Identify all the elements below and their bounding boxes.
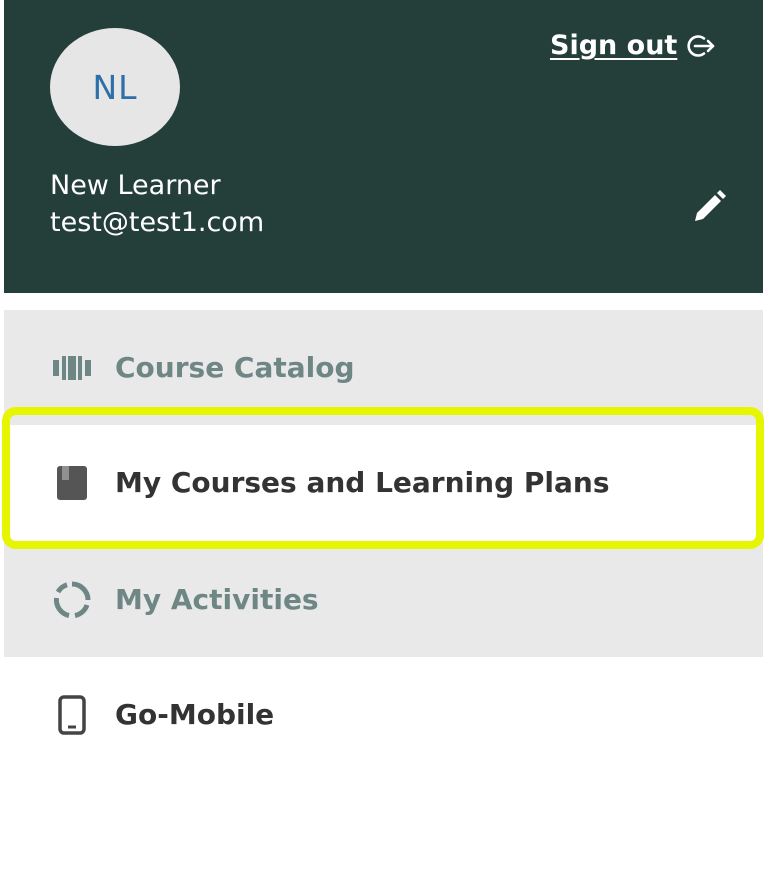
menu-item-course-catalog[interactable]: Course Catalog <box>4 310 763 425</box>
avatar-initials: NL <box>92 67 138 107</box>
edit-profile-button[interactable] <box>690 188 728 226</box>
user-name: New Learner <box>50 170 221 201</box>
menu-item-my-activities[interactable]: My Activities <box>4 542 763 657</box>
activity-ring-icon <box>52 580 92 620</box>
menu-item-label: My Activities <box>115 583 319 616</box>
sign-out-link[interactable]: Sign out <box>550 30 717 61</box>
menu-item-my-courses[interactable]: My Courses and Learning Plans <box>4 425 763 540</box>
avatar: NL <box>50 28 180 146</box>
mobile-phone-icon <box>52 694 92 735</box>
sign-out-label: Sign out <box>550 30 678 61</box>
menu-item-label: Go-Mobile <box>115 698 275 731</box>
menu-item-go-mobile[interactable]: Go-Mobile <box>4 657 763 772</box>
menu-item-label: Course Catalog <box>115 351 355 384</box>
catalog-icon <box>52 348 92 388</box>
book-icon <box>52 463 92 503</box>
menu-item-label: My Courses and Learning Plans <box>115 466 610 499</box>
user-menu-panel: NL Sign out New Learner test@test1.com C… <box>4 0 763 882</box>
sign-out-icon <box>685 33 717 59</box>
pencil-icon <box>690 190 728 230</box>
user-email: test@test1.com <box>50 207 265 238</box>
profile-header: NL Sign out New Learner test@test1.com <box>4 0 763 293</box>
